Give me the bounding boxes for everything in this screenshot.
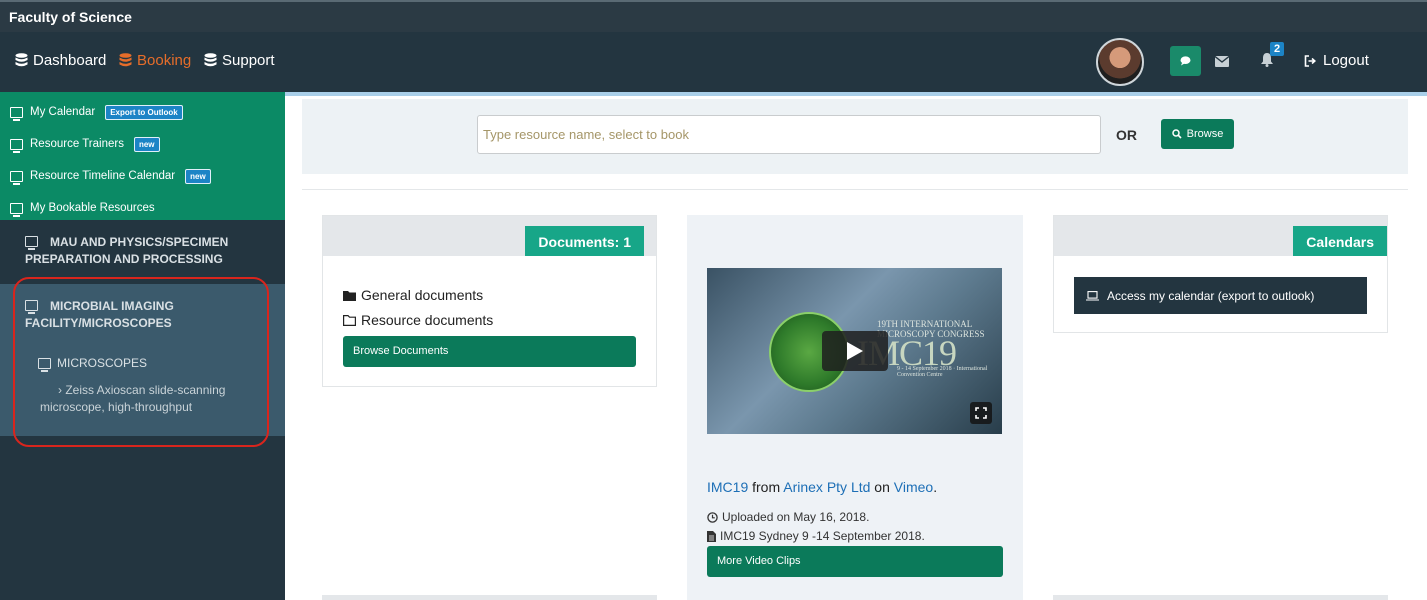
search-icon [1171, 129, 1182, 139]
resource-search-input[interactable] [477, 115, 1101, 154]
resource-documents-link[interactable]: Resource documents [343, 312, 493, 328]
sidebar-item-label: Resource Trainers [30, 138, 124, 150]
video-owner-link[interactable]: Arinex Pty Ltd [783, 479, 870, 495]
sign-out-icon [1304, 54, 1317, 67]
new-badge: new [185, 168, 211, 184]
sidebar-section-label: MAU AND PHYSICS/SPECIMEN PREPARATION AND… [25, 235, 229, 266]
panel-edge [322, 595, 657, 600]
comment-icon [1180, 56, 1191, 66]
desktop-icon [10, 202, 23, 217]
general-documents-label: General documents [361, 287, 484, 303]
sidebar-quick-links: My Calendar Export to Outlook Resource T… [0, 92, 285, 220]
video-overlay-dates: 9 - 14 September 2018 · International Co… [897, 366, 988, 378]
video-title-link[interactable]: IMC19 [707, 479, 748, 495]
desktop-icon [10, 138, 23, 153]
sidebar-item-my-calendar[interactable]: My Calendar Export to Outlook [0, 96, 285, 128]
notification-badge: 2 [1270, 42, 1285, 56]
browse-label: Browse [1186, 128, 1224, 140]
divider [302, 189, 1408, 190]
browse-button[interactable]: Browse [1161, 119, 1234, 149]
file-text-icon [707, 530, 716, 542]
sidebar-item-resource-timeline[interactable]: Resource Timeline Calendar new [0, 160, 285, 192]
folder-open-icon [343, 314, 356, 326]
panel-edge [1053, 595, 1388, 600]
desktop-icon [25, 236, 38, 250]
video-credit: IMC19 from Arinex Pty Ltd on Vimeo. [707, 479, 937, 495]
credit-text: . [933, 479, 938, 495]
credit-text: from [752, 479, 781, 495]
credit-text: on [874, 479, 890, 495]
clock-icon [707, 511, 718, 523]
play-button[interactable] [822, 331, 888, 371]
database-icon [15, 53, 28, 67]
video-player[interactable]: 19TH INTERNATIONAL MICROSCOPY CONGRESS I… [707, 268, 1002, 434]
laptop-icon [1086, 290, 1099, 300]
upload-date-label: Uploaded on May 16, 2018. [722, 510, 870, 524]
fullscreen-button[interactable] [970, 402, 992, 424]
calendars-panel: Calendars Access my calendar (export to … [1053, 215, 1388, 333]
video-description-label: IMC19 Sydney 9 -14 September 2018. [720, 529, 925, 543]
highlight-annotation [13, 277, 269, 447]
access-calendar-button[interactable]: Access my calendar (export to outlook) [1074, 277, 1367, 314]
desktop-icon [10, 170, 23, 185]
sidebar-item-label: My Calendar [30, 106, 96, 118]
nav-support[interactable]: Support [204, 52, 275, 69]
video-description: IMC19 Sydney 9 -14 September 2018. [707, 529, 925, 543]
desktop-icon [10, 106, 23, 121]
sidebar-item-mau-physics[interactable]: MAU AND PHYSICS/SPECIMEN PREPARATION AND… [0, 220, 285, 282]
envelope-icon[interactable] [1214, 54, 1230, 72]
expand-icon [975, 407, 987, 419]
top-navbar: Dashboard Booking Support [0, 32, 1427, 96]
general-documents-link[interactable]: General documents [343, 287, 483, 303]
nav-booking-label: Booking [137, 52, 192, 69]
logout-link[interactable]: Logout [1304, 52, 1369, 69]
sidebar-item-label: My Bookable Resources [30, 202, 155, 214]
avatar[interactable] [1096, 38, 1144, 86]
video-panel: 19TH INTERNATIONAL MICROSCOPY CONGRESS I… [687, 215, 1023, 600]
sidebar-item-resource-trainers[interactable]: Resource Trainers new [0, 128, 285, 160]
database-icon [119, 53, 132, 67]
logout-label: Logout [1323, 52, 1369, 69]
sidebar-item-label: Resource Timeline Calendar [30, 170, 176, 182]
database-icon [204, 53, 217, 67]
folder-icon [343, 290, 356, 301]
app-title: Faculty of Science [0, 0, 1427, 32]
new-badge: new [133, 136, 160, 152]
nav-dashboard[interactable]: Dashboard [15, 52, 106, 69]
play-icon [847, 342, 863, 360]
access-calendar-label: Access my calendar (export to outlook) [1107, 288, 1315, 303]
calendars-header: Calendars [1054, 216, 1387, 256]
nav-support-label: Support [222, 52, 275, 69]
nav-dashboard-label: Dashboard [33, 52, 107, 69]
documents-panel: Documents: 1 General documents Resource … [322, 215, 657, 387]
nav-booking[interactable]: Booking [119, 52, 191, 69]
browse-documents-button[interactable]: Browse Documents [343, 336, 636, 367]
chat-button[interactable] [1170, 46, 1201, 76]
more-video-clips-button[interactable]: More Video Clips [707, 546, 1003, 577]
documents-header: Documents: 1 [323, 216, 656, 256]
export-outlook-badge[interactable]: Export to Outlook [105, 104, 183, 120]
or-label: OR [1116, 127, 1137, 143]
video-site-link[interactable]: Vimeo [894, 479, 933, 495]
resource-documents-label: Resource documents [361, 312, 494, 328]
documents-count-tag: Documents: 1 [525, 226, 644, 256]
calendars-tag: Calendars [1293, 226, 1387, 256]
upload-date: Uploaded on May 16, 2018. [707, 510, 869, 524]
nav-divider [285, 92, 1427, 96]
